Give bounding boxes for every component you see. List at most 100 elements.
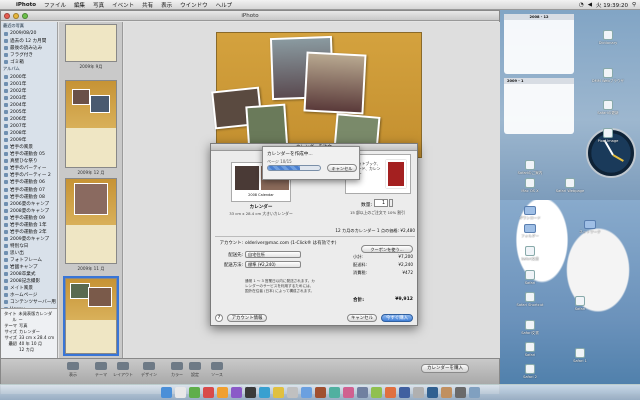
dock-app-icon[interactable] bbox=[300, 387, 312, 398]
desktop-icon[interactable]: ネットワーク bbox=[560, 220, 620, 235]
source-item[interactable]: 岩手の運動会 05 bbox=[1, 151, 57, 158]
source-item[interactable]: 岩手の風景 bbox=[1, 144, 57, 151]
wifi-icon[interactable]: ◔ bbox=[579, 2, 584, 8]
source-item[interactable]: 岩手のパーティー 2 bbox=[1, 172, 57, 179]
source-item[interactable]: 岩手の運動会 08 bbox=[1, 193, 57, 200]
source-item[interactable]: ゴミ箱 bbox=[1, 58, 57, 65]
source-item[interactable]: 岩手の運動会 06 bbox=[1, 179, 57, 186]
desktop-icon[interactable]: Safari Webpage bbox=[540, 178, 600, 193]
source-item[interactable]: 2008記念撮影 bbox=[1, 278, 57, 285]
dock-app-icon[interactable] bbox=[468, 387, 480, 398]
source-item[interactable]: 2007年 bbox=[1, 123, 57, 130]
source-item[interactable]: 最後の読み込み bbox=[1, 44, 57, 51]
dock-app-icon[interactable] bbox=[398, 387, 410, 398]
desktop-icon[interactable]: Pixel Image bbox=[578, 128, 638, 143]
dock-app-icon[interactable] bbox=[412, 387, 424, 398]
desktop-icon[interactable]: Safari文書 bbox=[500, 246, 560, 262]
desktop-icon[interactable]: Safari 2 bbox=[500, 364, 560, 379]
source-item[interactable]: 岩手の運動会 2年 bbox=[1, 228, 57, 235]
dock-app-icon[interactable] bbox=[314, 387, 326, 398]
source-item[interactable]: 思い出 bbox=[1, 249, 57, 256]
toolbar-color-button[interactable]: カラー bbox=[167, 362, 187, 378]
source-item[interactable]: フォトフレーム bbox=[1, 256, 57, 263]
photo-frame[interactable] bbox=[303, 51, 367, 115]
desktop-icon[interactable]: Dictionary bbox=[578, 30, 638, 45]
menu-view[interactable]: 表示 bbox=[157, 1, 176, 9]
coupon-button[interactable]: クーポンを使う... bbox=[361, 245, 413, 253]
ship-method-select[interactable]: 標準 (¥2,240) bbox=[245, 261, 301, 268]
dock-app-icon[interactable] bbox=[174, 387, 186, 398]
source-item[interactable]: 2009年 bbox=[1, 137, 57, 144]
dock-app-icon[interactable] bbox=[258, 387, 270, 398]
menu-share[interactable]: 共有 bbox=[138, 1, 157, 9]
toolbar-design-button[interactable]: デザイン bbox=[139, 362, 159, 378]
page-thumb[interactable] bbox=[65, 178, 117, 264]
source-item[interactable]: 2001年 bbox=[1, 80, 57, 87]
dock-app-icon[interactable] bbox=[202, 387, 214, 398]
source-item[interactable]: 2008年 bbox=[1, 130, 57, 137]
dock-app-icon[interactable] bbox=[272, 387, 284, 398]
calendar-page[interactable] bbox=[211, 32, 422, 158]
source-item[interactable]: ホームページ bbox=[1, 292, 57, 299]
source-item[interactable]: 過去の 12 カ月間 bbox=[1, 37, 57, 44]
toolbar-source-button[interactable]: ソース bbox=[207, 362, 227, 378]
buy-now-button[interactable]: 今すぐ購入 bbox=[381, 314, 413, 322]
dock-app-icon[interactable] bbox=[384, 387, 396, 398]
calendar-widget-2[interactable]: 2009 - 1 bbox=[504, 78, 574, 134]
calendar-widget[interactable]: 2008 - 12 bbox=[504, 14, 574, 74]
page-thumb[interactable] bbox=[65, 80, 117, 168]
source-item[interactable]: 2000年 bbox=[1, 73, 57, 80]
ship-to-select[interactable]: 自宅住所 bbox=[245, 251, 301, 258]
source-item[interactable]: メイト風景 bbox=[1, 285, 57, 292]
page-thumb-selected[interactable] bbox=[63, 276, 119, 356]
source-item[interactable]: 岩國キャンプ bbox=[1, 264, 57, 271]
dock-app-icon[interactable] bbox=[328, 387, 340, 398]
source-item[interactable]: 岩手の運動会 07 bbox=[1, 186, 57, 193]
menu-clock[interactable]: 火 19:39:20 bbox=[596, 1, 628, 9]
desktop-icon[interactable]: Safari 1 bbox=[550, 348, 610, 363]
desktop-icon[interactable]: ダウンロード bbox=[500, 206, 560, 221]
dock-app-icon[interactable] bbox=[230, 387, 242, 398]
buy-calendar-button[interactable]: カレンダーを購入 bbox=[421, 364, 469, 373]
page-thumb-top[interactable] bbox=[65, 24, 117, 62]
source-item[interactable]: 2008卒業式 bbox=[1, 271, 57, 278]
dock-app-icon[interactable] bbox=[286, 387, 298, 398]
desktop-icon[interactable]: Safari文書 bbox=[500, 320, 560, 336]
dock-app-icon[interactable] bbox=[454, 387, 466, 398]
quantity-stepper[interactable] bbox=[389, 199, 393, 207]
source-item[interactable]: 2006夏のキャンプ bbox=[1, 200, 57, 207]
desktop-icon[interactable]: Safari bbox=[500, 270, 560, 285]
desktop-icon[interactable]: フォルダー bbox=[500, 224, 560, 239]
dock-app-icon[interactable] bbox=[356, 387, 368, 398]
source-item[interactable]: 岩手の運動会 09 bbox=[1, 214, 57, 221]
menu-photo[interactable]: 写真 bbox=[89, 1, 108, 9]
desktop-icon[interactable]: DMM Webブラウザ bbox=[578, 68, 638, 84]
menu-help[interactable]: ヘルプ bbox=[212, 1, 237, 9]
source-item[interactable]: フラグ付き bbox=[1, 51, 57, 58]
menu-app[interactable]: iPhoto bbox=[12, 2, 40, 8]
source-item[interactable]: 2009夏のキャンプ bbox=[1, 235, 57, 242]
toolbar-theme-button[interactable]: テーマ bbox=[91, 362, 111, 378]
dock-app-icon[interactable] bbox=[188, 387, 200, 398]
desktop-icon[interactable]: Safariの更新 bbox=[578, 100, 638, 116]
menu-window[interactable]: ウインドウ bbox=[176, 1, 212, 9]
spotlight-icon[interactable]: ⚲ bbox=[632, 2, 636, 8]
title-bar[interactable]: iPhoto bbox=[1, 11, 499, 21]
menu-edit[interactable]: 編集 bbox=[70, 1, 89, 9]
source-item[interactable]: 2009/08/20 bbox=[1, 30, 57, 37]
toolbar-settings-button[interactable]: 設定 bbox=[185, 362, 205, 378]
dock-app-icon[interactable] bbox=[440, 387, 452, 398]
source-item[interactable]: 岩手の運動会 1年 bbox=[1, 221, 57, 228]
volume-icon[interactable]: ◀ bbox=[588, 2, 592, 8]
dock-app-icon[interactable] bbox=[342, 387, 354, 398]
toolbar-layout-button[interactable]: レイアウト bbox=[113, 362, 133, 378]
source-item[interactable]: コンテンツサーバー用 bbox=[1, 299, 57, 306]
dock-app-icon[interactable] bbox=[370, 387, 382, 398]
help-button[interactable]: ? bbox=[215, 314, 223, 322]
source-item[interactable]: 岩手のパーティー bbox=[1, 165, 57, 172]
dock-app-icon[interactable] bbox=[160, 387, 172, 398]
desktop-icon[interactable]: Safariのご案内 bbox=[500, 160, 560, 176]
source-item[interactable]: 2006年 bbox=[1, 116, 57, 123]
source-item[interactable]: 特別な日 bbox=[1, 242, 57, 249]
source-item[interactable]: 2003年 bbox=[1, 94, 57, 101]
